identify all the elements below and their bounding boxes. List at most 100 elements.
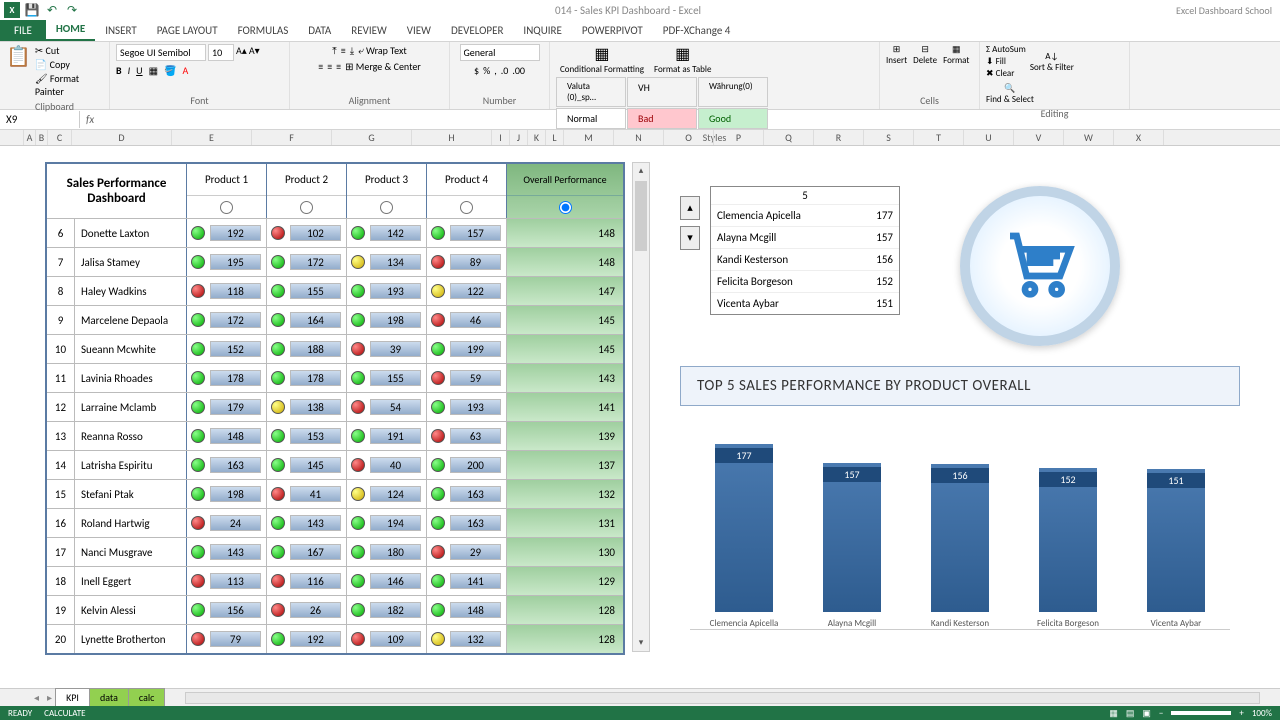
number-format[interactable] xyxy=(460,44,540,61)
format-icon[interactable]: ▦ xyxy=(952,44,961,55)
zoom-in[interactable]: + xyxy=(1239,708,1243,719)
redo-icon[interactable]: ↷ xyxy=(64,2,80,18)
col-header[interactable]: W xyxy=(1064,130,1114,145)
col-header[interactable]: S xyxy=(864,130,914,145)
autosum-button[interactable]: Σ AutoSum xyxy=(986,44,1026,55)
dashboard-scrollbar[interactable]: ▴ ▾ xyxy=(632,162,650,652)
col-header[interactable]: M xyxy=(564,130,614,145)
col-header[interactable]: Q xyxy=(764,130,814,145)
increase-font-icon[interactable]: A▴ xyxy=(236,44,247,61)
view-break-icon[interactable]: ▣ xyxy=(1142,708,1151,719)
horizontal-scrollbar[interactable] xyxy=(185,692,1260,704)
col-header[interactable]: N xyxy=(614,130,664,145)
insert-icon[interactable]: ⊞ xyxy=(893,44,901,55)
format-table-icon[interactable]: ▦ xyxy=(675,44,690,64)
tab-powerpivot[interactable]: POWERPIVOT xyxy=(572,20,653,41)
merge-button[interactable]: ⊞ Merge & Center xyxy=(345,60,421,73)
underline-button[interactable]: U xyxy=(136,64,142,77)
col-header[interactable]: P xyxy=(714,130,764,145)
clear-button[interactable]: ✖ Clear xyxy=(986,68,1026,79)
col-header[interactable]: L xyxy=(546,130,564,145)
font-name[interactable] xyxy=(116,44,206,61)
align-top-icon[interactable]: ⤒ xyxy=(332,44,336,57)
col-header[interactable]: T xyxy=(914,130,964,145)
cond-format-icon[interactable]: ▦ xyxy=(594,44,609,64)
currency-icon[interactable]: $ xyxy=(474,64,479,77)
sheet-nav-prev[interactable]: ◂ xyxy=(30,691,43,704)
align-left-icon[interactable]: ≡ xyxy=(318,60,323,73)
decrease-font-icon[interactable]: A▾ xyxy=(249,44,260,61)
col-header[interactable]: F xyxy=(252,130,332,145)
scroll-thumb[interactable] xyxy=(635,181,647,251)
tab-developer[interactable]: DEVELOPER xyxy=(441,20,513,41)
style-normal[interactable]: Normal xyxy=(556,108,626,129)
wrap-text-button[interactable]: ⤶ Wrap Text xyxy=(358,44,407,57)
border-icon[interactable]: ▦ xyxy=(149,64,158,77)
zoom-slider[interactable] xyxy=(1171,711,1231,715)
col-header[interactable]: J xyxy=(510,130,528,145)
align-right-icon[interactable]: ≡ xyxy=(336,60,341,73)
col-header[interactable]: U xyxy=(964,130,1014,145)
fill-button[interactable]: ⬇ Fill xyxy=(986,56,1026,67)
radio-overall[interactable] xyxy=(559,201,572,214)
col-header[interactable]: O xyxy=(664,130,714,145)
scroll-up-icon[interactable]: ▴ xyxy=(633,163,649,179)
undo-icon[interactable]: ↶ xyxy=(44,2,60,18)
style-good[interactable]: Good xyxy=(698,108,768,129)
col-header[interactable]: G xyxy=(332,130,412,145)
align-center-icon[interactable]: ≡ xyxy=(327,60,332,73)
format-painter-button[interactable]: 🖌 Format Painter xyxy=(35,72,103,98)
view-normal-icon[interactable]: ▦ xyxy=(1109,708,1118,719)
col-header[interactable]: K xyxy=(528,130,546,145)
tab-home[interactable]: HOME xyxy=(46,18,95,41)
radio-product4[interactable] xyxy=(460,201,473,214)
radio-product1[interactable] xyxy=(220,201,233,214)
col-header[interactable]: C xyxy=(48,130,72,145)
find-icon[interactable]: 🔍 xyxy=(1004,83,1015,94)
tab-inquire[interactable]: INQUIRE xyxy=(513,20,571,41)
style-valuta[interactable]: Valuta (0)_sp… xyxy=(556,77,626,107)
font-size[interactable] xyxy=(208,44,234,61)
paste-icon[interactable]: 📋 xyxy=(6,44,31,98)
radio-product3[interactable] xyxy=(380,201,393,214)
tab-view[interactable]: VIEW xyxy=(397,20,441,41)
style-bad[interactable]: Bad xyxy=(627,108,697,129)
tab-formulas[interactable]: FORMULAS xyxy=(228,20,299,41)
delete-icon[interactable]: ⊟ xyxy=(921,44,929,55)
align-bot-icon[interactable]: ⤓ xyxy=(350,44,354,57)
sort-icon[interactable]: A↓ xyxy=(1045,51,1058,62)
copy-button[interactable]: 📄 Copy xyxy=(35,58,103,71)
name-box[interactable]: X9 xyxy=(0,111,80,128)
tab-file[interactable]: FILE xyxy=(0,20,46,41)
col-header[interactable]: D xyxy=(72,130,172,145)
col-header[interactable] xyxy=(0,130,24,145)
tab-data[interactable]: DATA xyxy=(298,20,341,41)
radio-product2[interactable] xyxy=(300,201,313,214)
tab-review[interactable]: REVIEW xyxy=(341,20,397,41)
save-icon[interactable]: 💾 xyxy=(24,2,40,18)
scroll-down-icon[interactable]: ▾ xyxy=(633,635,649,651)
italic-button[interactable]: I xyxy=(128,64,131,77)
cut-button[interactable]: ✂ Cut xyxy=(35,44,103,57)
align-mid-icon[interactable]: ≡ xyxy=(341,44,346,57)
col-header[interactable]: B xyxy=(36,130,48,145)
col-header[interactable]: X xyxy=(1114,130,1164,145)
inc-decimal-icon[interactable]: .0 xyxy=(501,64,509,77)
style-wahrung[interactable]: Währung(0) xyxy=(698,77,768,107)
comma-icon[interactable]: , xyxy=(494,64,497,77)
sheet-tab-kpi[interactable]: KPI xyxy=(55,688,90,707)
fill-color-icon[interactable]: 🪣 xyxy=(164,64,176,77)
view-layout-icon[interactable]: ▤ xyxy=(1126,708,1135,719)
style-vh[interactable]: VH xyxy=(627,77,697,107)
col-header[interactable]: I xyxy=(492,130,510,145)
font-color-icon[interactable]: A xyxy=(182,64,188,77)
col-header[interactable]: E xyxy=(172,130,252,145)
col-header[interactable]: V xyxy=(1014,130,1064,145)
tab-page-layout[interactable]: PAGE LAYOUT xyxy=(147,20,228,41)
col-header[interactable]: H xyxy=(412,130,492,145)
zoom-out[interactable]: − xyxy=(1159,708,1163,719)
bold-button[interactable]: B xyxy=(116,64,122,77)
tab-insert[interactable]: INSERT xyxy=(95,20,147,41)
spin-down[interactable]: ▾ xyxy=(680,226,700,250)
sheet-tab-data[interactable]: data xyxy=(89,688,129,707)
